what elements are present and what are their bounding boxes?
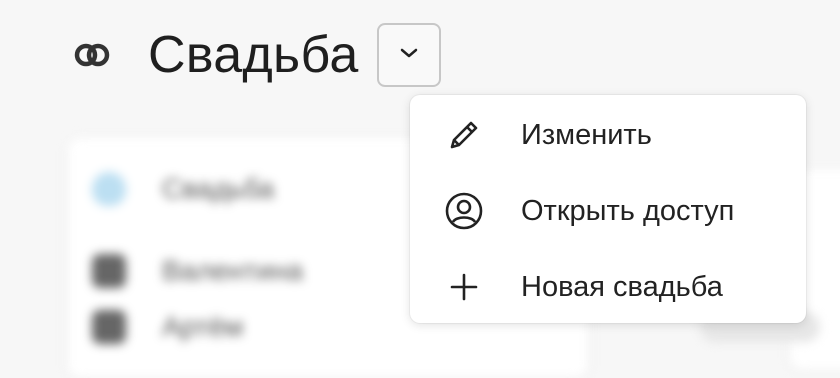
plus-icon	[444, 267, 484, 307]
page-title: Свадьба	[148, 26, 359, 84]
background-item: Артём	[92, 310, 243, 344]
background-item: Валентина	[92, 254, 303, 288]
chevron-down-icon	[398, 46, 420, 65]
menu-item-label: Изменить	[521, 118, 652, 151]
page-header: Свадьба	[72, 22, 441, 88]
background-item-label: Валентина	[162, 255, 304, 286]
menu-item-label: Открыть доступ	[521, 194, 735, 227]
menu-item-label: Новая свадьба	[521, 270, 723, 303]
dropdown-menu: Изменить Открыть доступ Новая свадьба	[410, 95, 806, 323]
person-icon	[92, 310, 126, 344]
shield-icon	[92, 172, 126, 206]
menu-item-new-wedding[interactable]: Новая свадьба	[410, 249, 806, 325]
title-dropdown-button[interactable]	[376, 23, 441, 87]
background-item: Свадьба	[92, 172, 274, 206]
background-item-label: Артём	[162, 311, 244, 342]
menu-item-edit[interactable]: Изменить	[410, 97, 806, 173]
wedding-rings-icon	[72, 35, 112, 75]
pencil-icon	[444, 115, 484, 155]
menu-item-share[interactable]: Открыть доступ	[410, 173, 806, 249]
background-item-label: Свадьба	[162, 173, 275, 204]
person-icon	[92, 254, 126, 288]
user-circle-icon	[444, 191, 484, 231]
